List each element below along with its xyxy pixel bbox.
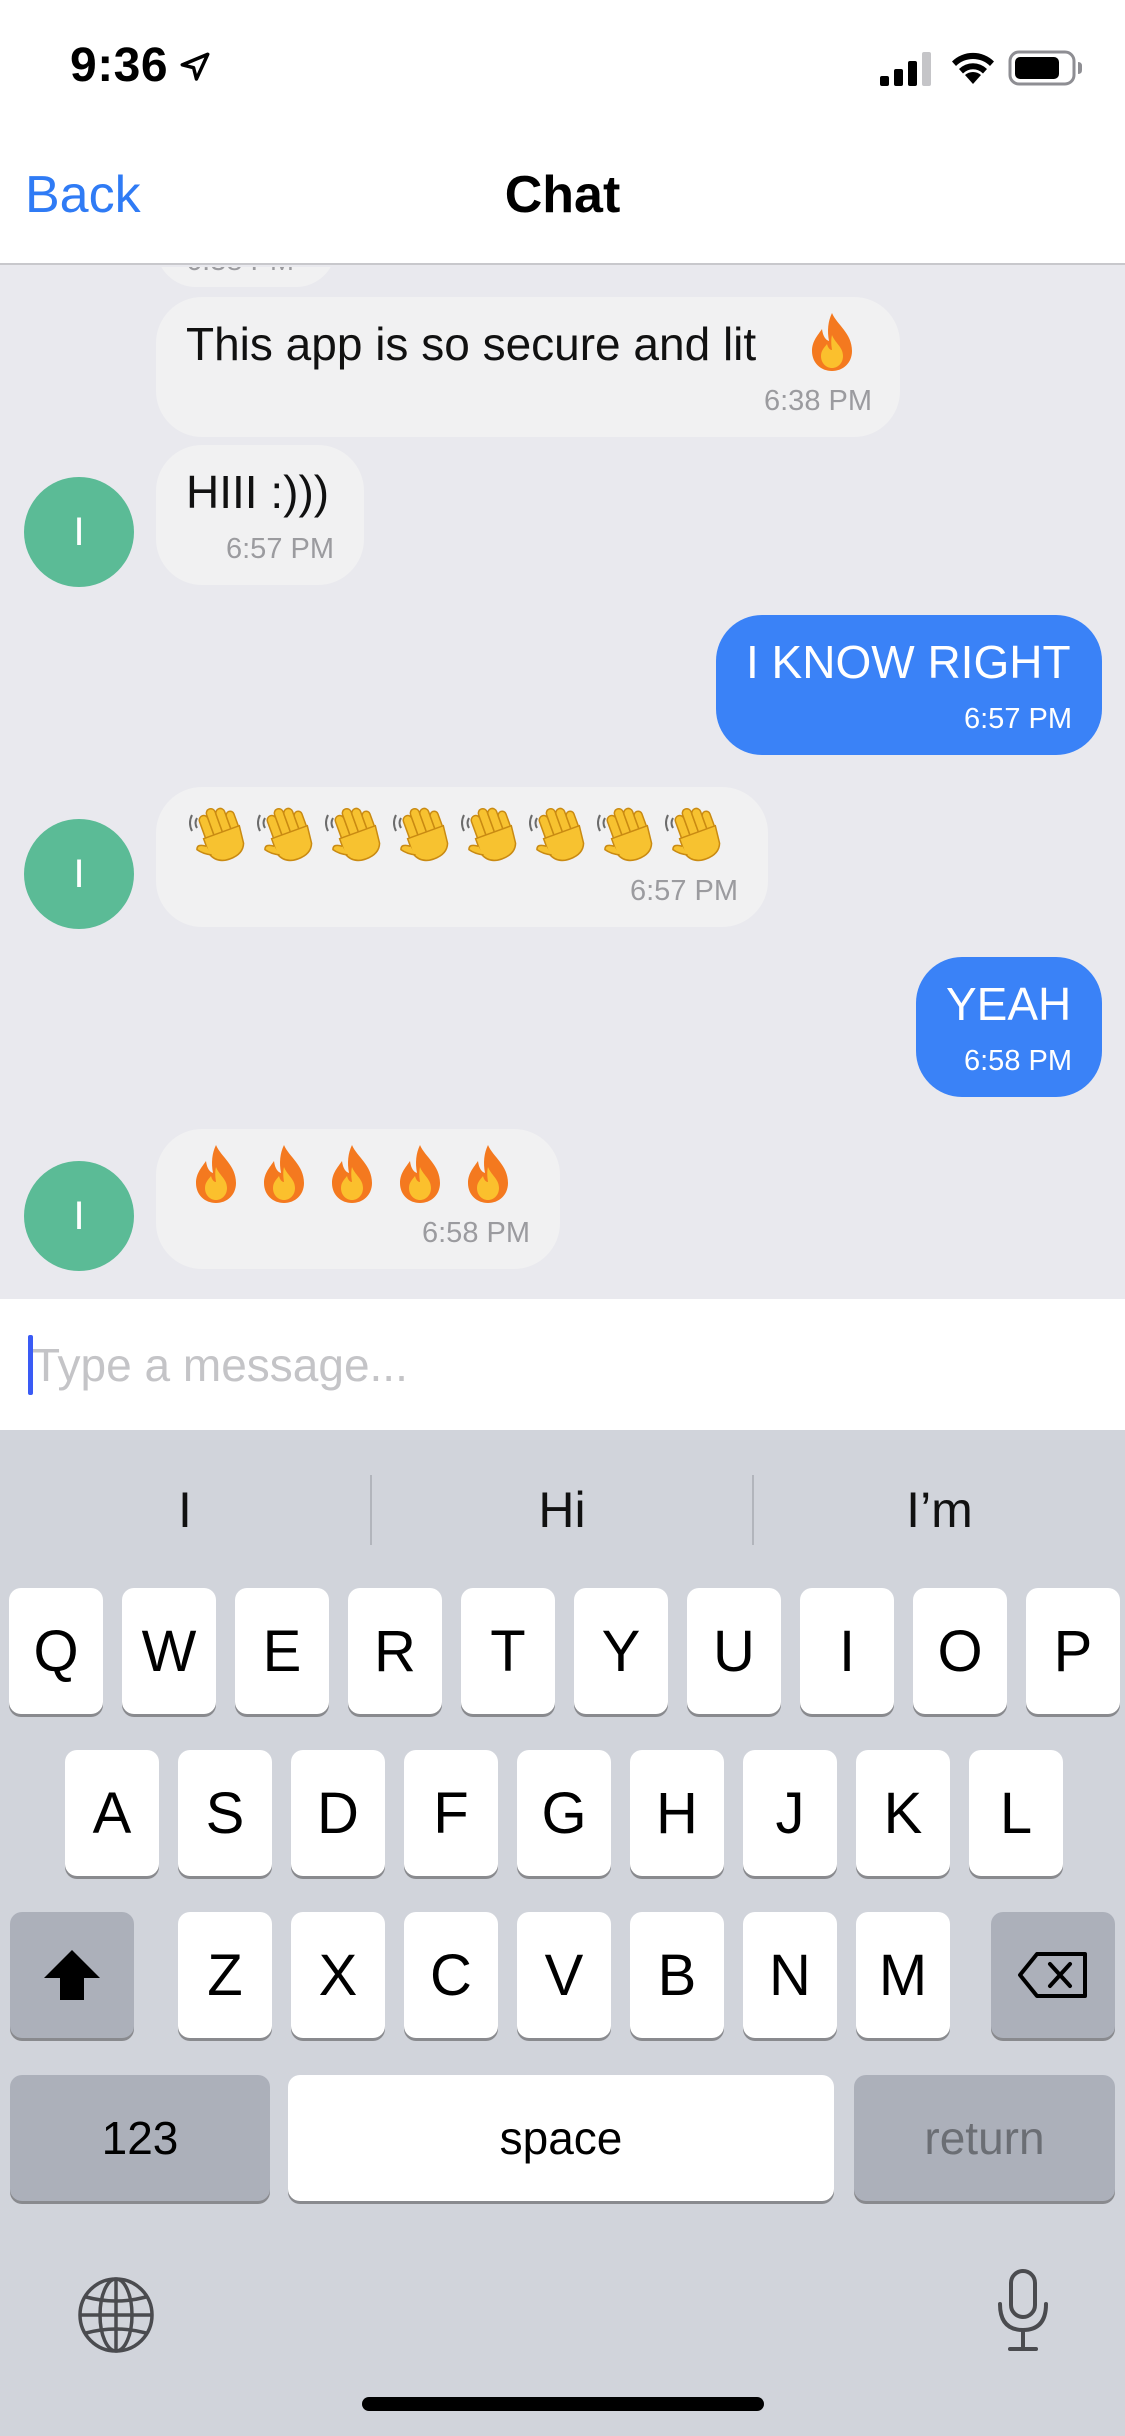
emoji-row — [186, 801, 730, 865]
message-time: 6:38 PM — [764, 385, 872, 417]
message-text: HIII :))) — [186, 466, 330, 518]
backspace-icon — [1018, 1952, 1087, 1998]
avatar[interactable]: I — [24, 477, 134, 587]
message-bubble-outgoing: I KNOW RIGHT 6:57 PM — [716, 615, 1102, 755]
key-p[interactable]: P — [1026, 1588, 1120, 1714]
fire-emoji — [400, 1145, 440, 1203]
key-x[interactable]: X — [291, 1912, 385, 2038]
message-text: This app is so secure and lit — [186, 318, 757, 370]
key-i[interactable]: I — [800, 1588, 894, 1714]
key-r[interactable]: R — [348, 1588, 442, 1714]
key-w[interactable]: W — [122, 1588, 216, 1714]
message-input[interactable] — [32, 1327, 1092, 1403]
message-bubble-outgoing: YEAH 6:58 PM — [916, 957, 1102, 1097]
avatar[interactable]: I — [24, 1161, 134, 1271]
message-time: 6:57 PM — [630, 875, 738, 907]
navigation-bar: Back Chat — [0, 135, 1125, 265]
message-bubble-incoming: HIII :))) 6:57 PM — [156, 445, 364, 585]
key-h[interactable]: H — [630, 1750, 724, 1876]
key-o[interactable]: O — [913, 1588, 1007, 1714]
fire-emoji — [468, 1145, 508, 1203]
predictive-text-bar: I Hi I’m — [0, 1430, 1125, 1590]
key-z[interactable]: Z — [178, 1912, 272, 2038]
emoji-row — [186, 1143, 526, 1205]
page-title: Chat — [504, 166, 621, 224]
key-e[interactable]: E — [235, 1588, 329, 1714]
avatar[interactable]: I — [24, 819, 134, 929]
waving-hand-emoji — [461, 807, 517, 862]
key-m[interactable]: M — [856, 1912, 950, 2038]
waving-hand-emoji — [189, 807, 245, 862]
fire-emoji — [812, 313, 852, 371]
key-g[interactable]: G — [517, 1750, 611, 1876]
key-c[interactable]: C — [404, 1912, 498, 2038]
cellular-signal-icon — [880, 52, 931, 86]
message-bubble-partial: 6:38 PM — [156, 267, 336, 287]
message-bubble-incoming: 6:58 PM — [156, 1129, 560, 1269]
battery-icon — [1008, 50, 1082, 86]
shift-arrow-icon — [44, 1950, 100, 2000]
suggestion-item[interactable]: I — [0, 1470, 370, 1550]
waving-hand-emoji — [665, 807, 721, 862]
key-n[interactable]: N — [743, 1912, 837, 2038]
message-text: YEAH — [946, 978, 1072, 1030]
location-arrow-icon — [180, 52, 210, 81]
message-time: 6:57 PM — [964, 703, 1072, 735]
message-time: 6:38 PM — [186, 267, 294, 278]
message-list[interactable]: 6:38 PM This app is so secure and lit 6:… — [0, 267, 1125, 1299]
suggestion-item[interactable]: I’m — [754, 1470, 1125, 1550]
text-cursor — [28, 1335, 33, 1395]
fire-emoji — [264, 1145, 304, 1203]
waving-hand-emoji — [393, 807, 449, 862]
key-y[interactable]: Y — [574, 1588, 668, 1714]
key-b[interactable]: B — [630, 1912, 724, 2038]
status-time: 9:36 — [70, 39, 169, 92]
key-l[interactable]: L — [969, 1750, 1063, 1876]
keyboard: I Hi I’m QWERTYUIOP ASDFGHJKL ZXCVBNM 12… — [0, 1430, 1125, 2436]
message-time: 6:58 PM — [422, 1217, 530, 1249]
key-j[interactable]: J — [743, 1750, 837, 1876]
message-time: 6:58 PM — [964, 1045, 1072, 1077]
waving-hand-emoji — [257, 807, 313, 862]
key-t[interactable]: T — [461, 1588, 555, 1714]
key-a[interactable]: A — [65, 1750, 159, 1876]
waving-hand-emoji — [325, 807, 381, 862]
key-v[interactable]: V — [517, 1912, 611, 2038]
key-s[interactable]: S — [178, 1750, 272, 1876]
key-f[interactable]: F — [404, 1750, 498, 1876]
delete-key[interactable] — [991, 1912, 1115, 2038]
wifi-icon — [952, 52, 994, 84]
key-q[interactable]: Q — [9, 1588, 103, 1714]
waving-hand-emoji — [597, 807, 653, 862]
shift-key[interactable] — [10, 1912, 134, 2038]
message-text: I KNOW RIGHT — [746, 636, 1071, 688]
numbers-key[interactable]: 123 — [10, 2075, 270, 2201]
space-key[interactable]: space — [288, 2075, 834, 2201]
home-indicator[interactable] — [362, 2397, 764, 2411]
message-bubble-incoming: This app is so secure and lit 6:38 PM — [156, 297, 900, 437]
microphone-icon[interactable] — [995, 2268, 1051, 2354]
key-u[interactable]: U — [687, 1588, 781, 1714]
message-bubble-incoming: 6:57 PM — [156, 787, 768, 927]
return-key[interactable]: return — [854, 2075, 1115, 2201]
suggestion-item[interactable]: Hi — [372, 1470, 752, 1550]
key-k[interactable]: K — [856, 1750, 950, 1876]
globe-icon[interactable] — [76, 2275, 156, 2355]
status-bar: 9:36 — [0, 0, 1125, 135]
waving-hand-emoji — [529, 807, 585, 862]
key-d[interactable]: D — [291, 1750, 385, 1876]
message-composer — [0, 1299, 1125, 1430]
fire-emoji — [332, 1145, 372, 1203]
fire-emoji — [196, 1145, 236, 1203]
message-time: 6:57 PM — [226, 533, 334, 565]
